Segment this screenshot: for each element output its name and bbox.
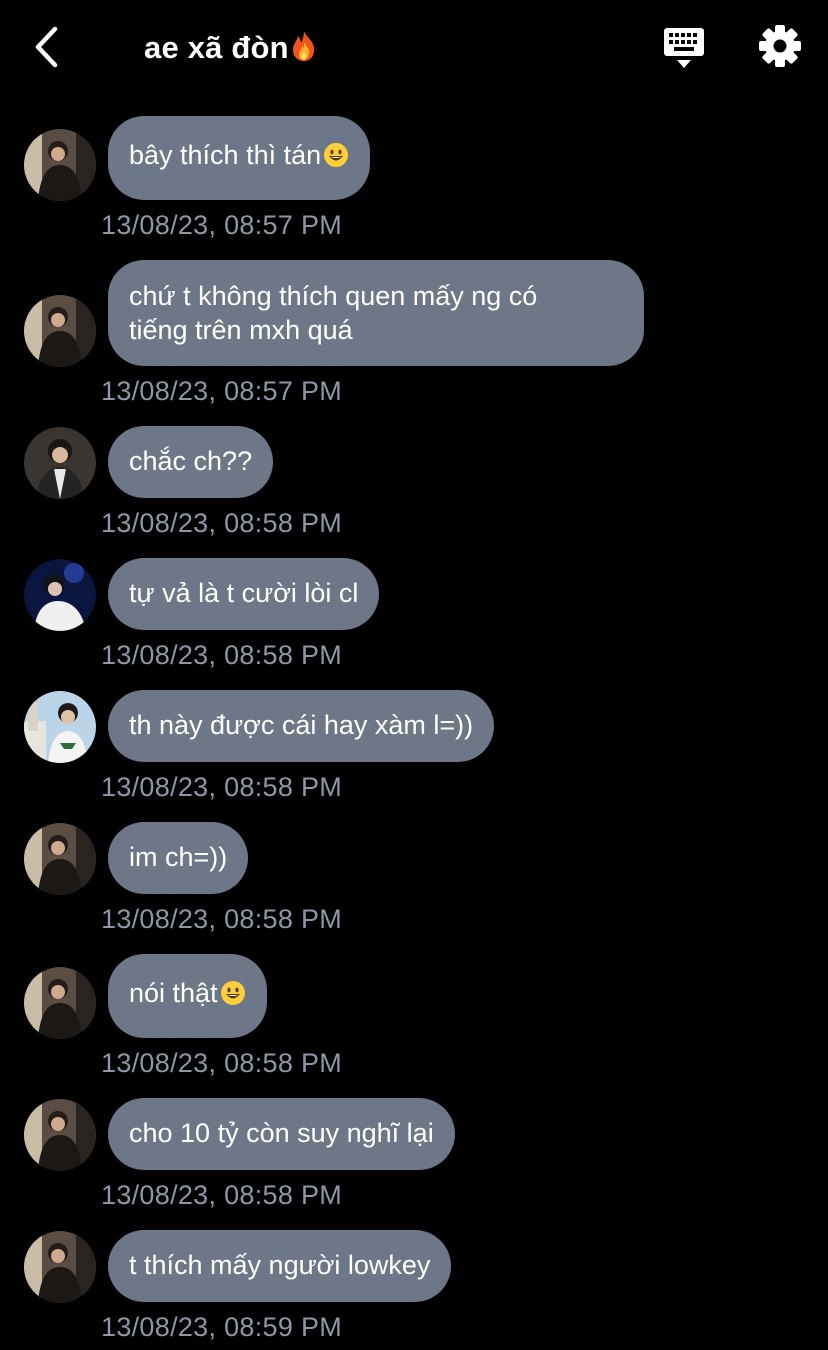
message-text: chắc ch?? <box>129 446 253 476</box>
message-text-line: chứ t không thích quen mấy ng có <box>129 281 538 311</box>
gear-icon <box>759 25 801 67</box>
message-bubble[interactable]: th này được cái hay xàm l=)) <box>108 690 495 762</box>
message-timestamp: 13/08/23, 08:58 PM <box>101 508 343 538</box>
message-text-line: tiếng trên mxh quá <box>129 315 353 345</box>
avatar[interactable] <box>24 1231 96 1303</box>
chat-title: ae xã đòn <box>144 28 318 68</box>
message-bubble[interactable]: cho 10 tỷ còn suy nghĩ lại <box>108 1098 455 1170</box>
message-bubble[interactable]: chắc ch?? <box>108 426 274 498</box>
message-text: nói thật <box>129 978 218 1008</box>
message-bubble[interactable]: im ch=)) <box>108 822 249 894</box>
message-timestamp: 13/08/23, 08:57 PM <box>101 210 343 240</box>
message-text: t thích mấy người lowkey <box>129 1250 431 1280</box>
message-bubble[interactable]: nói thật <box>108 954 267 1038</box>
fire-icon <box>292 31 314 61</box>
grinning-face-icon <box>220 981 245 1005</box>
avatar[interactable] <box>24 823 96 895</box>
avatar[interactable] <box>24 295 96 367</box>
message-timestamp: 13/08/23, 08:59 PM <box>101 1312 343 1342</box>
message-bubble[interactable]: t thích mấy người lowkey <box>108 1230 452 1302</box>
message-text: im ch=)) <box>129 842 228 872</box>
back-button[interactable] <box>24 22 68 72</box>
avatar[interactable] <box>24 129 96 201</box>
keyboard-icon <box>664 28 704 68</box>
settings-button[interactable] <box>756 22 804 70</box>
avatar[interactable] <box>24 559 96 631</box>
message-timestamp: 13/08/23, 08:58 PM <box>101 1048 343 1078</box>
message-timestamp: 13/08/23, 08:58 PM <box>101 772 343 802</box>
message-timestamp: 13/08/23, 08:58 PM <box>101 904 343 934</box>
avatar[interactable] <box>24 691 96 763</box>
keyboard-button[interactable] <box>662 26 706 70</box>
avatar[interactable] <box>24 427 96 499</box>
message-text: th này được cái hay xàm l=)) <box>129 710 474 740</box>
message-timestamp: 13/08/23, 08:58 PM <box>101 640 343 670</box>
message-bubble[interactable]: tự vả là t cười lòi cl <box>108 558 380 630</box>
chat-header: ae xã đòn <box>0 0 828 100</box>
grinning-face-icon <box>324 143 349 167</box>
message-text: cho 10 tỷ còn suy nghĩ lại <box>129 1118 434 1148</box>
message-timestamp: 13/08/23, 08:57 PM <box>101 376 343 406</box>
message-bubble[interactable]: chứ t không thích quen mấy ng có tiếng t… <box>108 260 644 366</box>
message-timestamp: 13/08/23, 08:58 PM <box>101 1180 343 1210</box>
chevron-left-icon <box>35 26 58 68</box>
chat-screen: ae xã đòn bây thích thì tán 13/08/23, 08… <box>0 0 828 1350</box>
chat-title-text: ae xã đòn <box>144 30 289 65</box>
message-bubble[interactable]: bây thích thì tán <box>108 116 371 200</box>
avatar[interactable] <box>24 1099 96 1171</box>
avatar[interactable] <box>24 967 96 1039</box>
message-text: bây thích thì tán <box>129 140 322 170</box>
message-text: tự vả là t cười lòi cl <box>129 578 359 608</box>
